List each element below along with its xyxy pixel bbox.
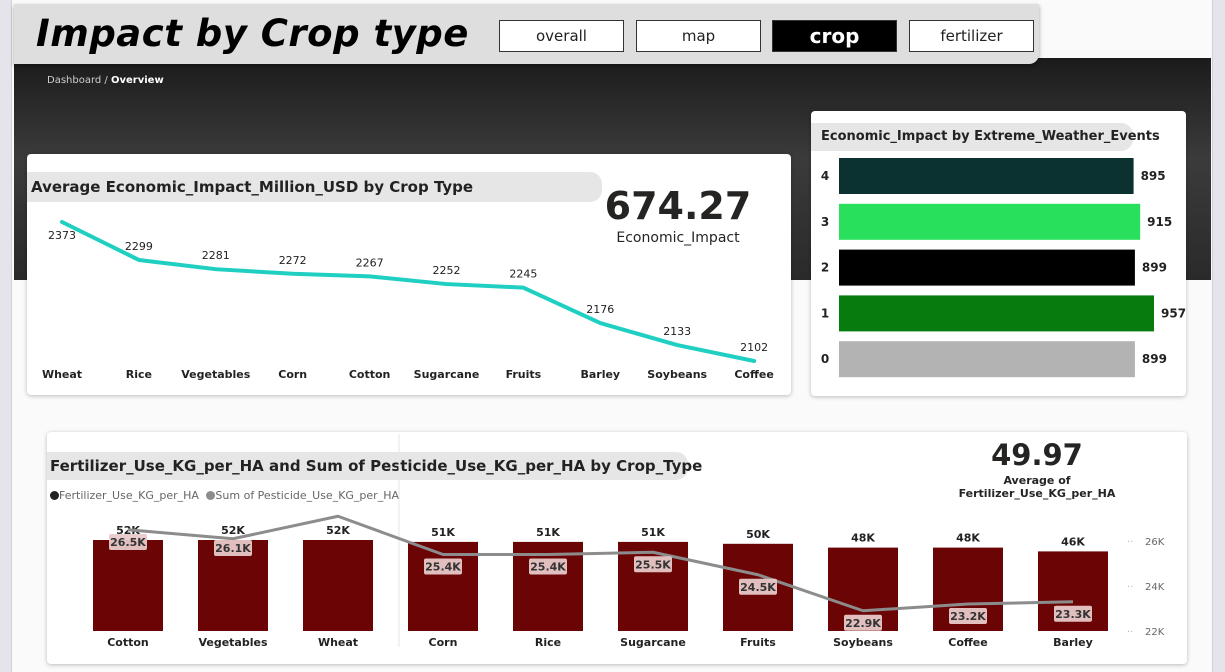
x-tick-label: Wheat (42, 368, 82, 381)
fertilizer-bar-label: 52K (326, 524, 350, 537)
nav-button-overall[interactable]: overall (499, 20, 624, 52)
fertilizer-bar-label: 51K (536, 526, 560, 539)
pesticide-label: 25.4K (425, 561, 461, 574)
x-tick-label: Cotton (349, 368, 391, 381)
y2-tick-label: 24K (1145, 582, 1165, 593)
pesticide-label: 24.5K (740, 581, 776, 594)
weather-bar-chart[interactable]: 4 895 3 915 2 899 1 957 0 899 (811, 111, 1186, 396)
pesticide-label: 22.9K (845, 617, 881, 630)
weather-bar-label: 899 (1142, 261, 1167, 275)
weather-bar-label: 899 (1142, 352, 1167, 366)
nav-button-map[interactable]: map (636, 20, 761, 52)
economic-impact-line (60, 220, 757, 363)
weather-bar (839, 341, 1135, 378)
x-tick-label: Coffee (948, 636, 987, 649)
combo-chart[interactable]: 52KCotton52KVegetables52KWheat51KCorn51K… (47, 432, 1187, 664)
fertilizer-bar-label: 52K (221, 524, 245, 537)
line-data-label: 2281 (202, 249, 230, 262)
line-chart-card: Average Economic_Impact_Million_USD by C… (27, 154, 791, 395)
line-data-label: 2299 (125, 240, 153, 253)
line-data-label: 2272 (279, 254, 307, 267)
weather-bar (839, 249, 1135, 286)
window-frame-left (0, 0, 12, 672)
y-tick-label: 3 (821, 215, 829, 229)
weather-bar (839, 158, 1134, 194)
fertilizer-bar-label: 50K (746, 528, 770, 541)
nav-button-crop[interactable]: crop (772, 20, 897, 52)
y-tick-label: 2 (821, 261, 829, 275)
line-data-label: 2252 (433, 264, 461, 277)
weather-bar (839, 295, 1154, 332)
x-tick-label: Vegetables (181, 368, 250, 381)
breadcrumb-root[interactable]: Dashboard / (47, 75, 111, 86)
pesticide-label: 25.4K (530, 561, 566, 574)
x-tick-label: Rice (126, 368, 152, 381)
fertilizer-bar-label: 48K (956, 532, 980, 545)
breadcrumb: Dashboard / Overview (47, 75, 164, 86)
weather-bar-label: 915 (1147, 215, 1172, 229)
fertilizer-bar-label: 46K (1061, 535, 1085, 548)
combo-chart-card: Fertilizer_Use_KG_per_HA and Sum of Pest… (47, 432, 1187, 664)
y2-gridline-stub: ·· (1127, 537, 1133, 548)
pesticide-label: 26.5K (110, 536, 146, 549)
line-data-label: 2373 (48, 229, 76, 242)
x-tick-label: Fruits (740, 636, 776, 649)
y2-gridline-stub: ·· (1127, 582, 1133, 593)
fertilizer-bar-label: 48K (851, 532, 875, 545)
pesticide-label: 23.2K (950, 610, 986, 623)
title-bar: Impact by Crop type overall map crop fer… (14, 4, 1039, 64)
y2-tick-label: 22K (1145, 627, 1165, 638)
weather-bar-label: 957 (1161, 306, 1186, 320)
line-data-label: 2176 (586, 303, 614, 316)
line-data-label: 2267 (356, 256, 384, 269)
fertilizer-bar (303, 540, 373, 631)
fertilizer-bar (618, 541, 688, 631)
line-data-label: 2102 (740, 341, 768, 354)
x-tick-label: Cotton (107, 636, 149, 649)
y-tick-label: 4 (821, 169, 829, 183)
weather-bar-label: 895 (1141, 169, 1166, 183)
x-tick-label: Vegetables (198, 636, 267, 649)
x-tick-label: Coffee (734, 368, 773, 381)
x-tick-label: Soybeans (647, 368, 707, 381)
x-tick-label: Corn (429, 636, 458, 649)
breadcrumb-current: Overview (110, 75, 164, 86)
x-tick-label: Corn (278, 368, 307, 381)
pesticide-line (127, 514, 1074, 613)
fertilizer-bar-label: 51K (641, 526, 665, 539)
y-tick-label: 0 (821, 352, 829, 366)
line-chart[interactable]: 2373 Wheat 2299 Rice 2281 Vegetables 2272 Corn 2… (27, 154, 791, 395)
x-tick-label: Sugarcane (414, 368, 480, 381)
x-tick-label: Rice (535, 636, 561, 649)
weather-bar (839, 203, 1141, 240)
line-data-label: 2245 (509, 268, 537, 281)
pesticide-label: 26.1K (215, 542, 251, 555)
fertilizer-bar (93, 540, 163, 631)
y2-gridline-stub: ·· (1127, 627, 1133, 638)
fertilizer-bar-label: 51K (431, 526, 455, 539)
page-title: Impact by Crop type (36, 12, 469, 55)
window-frame-right (1212, 0, 1225, 672)
pesticide-label: 25.5K (635, 558, 671, 571)
x-tick-label: Wheat (318, 636, 358, 649)
weather-bar-card: Economic_Impact by Extreme_Weather_Event… (811, 111, 1186, 396)
x-tick-label: Barley (580, 368, 620, 381)
y2-tick-label: 26K (1145, 537, 1165, 548)
pesticide-label: 23.3K (1055, 608, 1091, 621)
x-tick-label: Fruits (506, 368, 542, 381)
line-data-label: 2133 (663, 325, 691, 338)
y-tick-label: 1 (821, 306, 829, 320)
x-tick-label: Barley (1053, 636, 1093, 649)
x-tick-label: Sugarcane (620, 636, 686, 649)
nav-button-fertilizer[interactable]: fertilizer (909, 20, 1034, 52)
x-tick-label: Soybeans (833, 636, 893, 649)
